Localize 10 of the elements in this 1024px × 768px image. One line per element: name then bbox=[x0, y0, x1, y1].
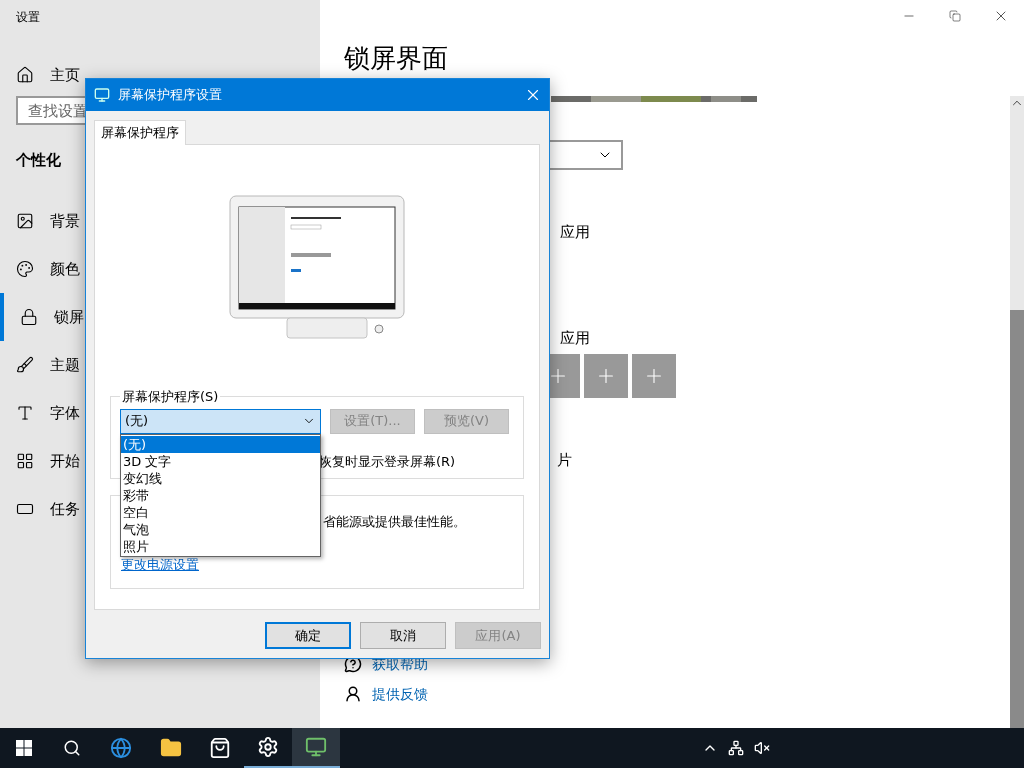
section-heading: 个性化 bbox=[16, 150, 62, 171]
label: 应用 bbox=[560, 222, 591, 242]
dialog-title: 屏幕保护程序设置 bbox=[118, 86, 223, 105]
label: 片 bbox=[557, 450, 573, 470]
checkbox-label: 恢复时显示登录屏幕(R) bbox=[319, 452, 457, 470]
power-description: 省能源或提供最佳性能。 bbox=[323, 513, 467, 530]
window-title: 设置 bbox=[16, 9, 41, 26]
group-label: 屏幕保护程序(S) bbox=[121, 388, 220, 406]
page-title: 锁屏界面 bbox=[344, 42, 448, 75]
label: 应用 bbox=[560, 328, 591, 348]
